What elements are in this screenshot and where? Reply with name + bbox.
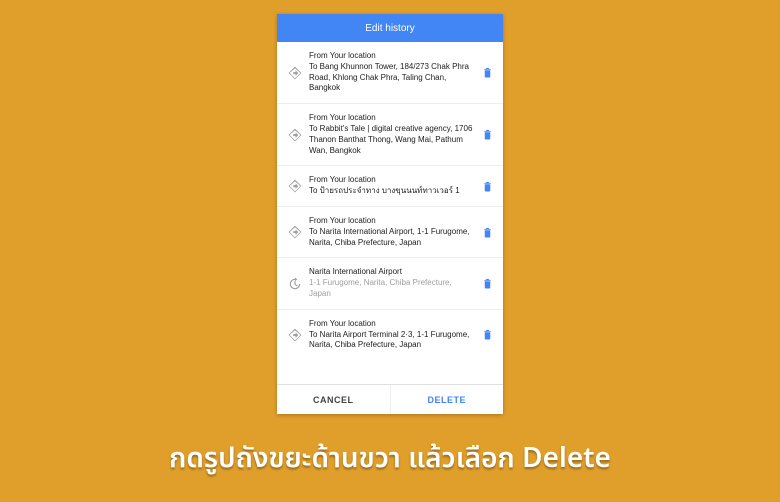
directions-icon — [283, 128, 307, 142]
list-item[interactable]: From Your location To Narita Internation… — [277, 207, 503, 258]
directions-icon — [283, 66, 307, 80]
from-label: From Your location — [309, 175, 473, 186]
cancel-button[interactable]: CANCEL — [277, 385, 391, 414]
place-title: Narita International Airport — [309, 267, 473, 278]
edit-history-panel: Edit history From Your location To Bang … — [277, 14, 503, 414]
instruction-caption: กดรูปถังขยะด้านขวา แล้วเลือก Delete — [0, 437, 780, 480]
item-text: From Your location To ป้ายรถประจำทาง บาง… — [307, 175, 477, 197]
item-text: From Your location To Narita Internation… — [307, 216, 477, 248]
footer-bar: CANCEL DELETE — [277, 384, 503, 414]
item-text: From Your location To Narita Airport Ter… — [307, 319, 477, 351]
list-item[interactable]: Narita International Airport 1-1 Furugom… — [277, 258, 503, 309]
delete-item-button[interactable] — [477, 180, 497, 193]
to-label: To ป้ายรถประจำทาง บางขุนนนท์ทาวเวอร์ 1 — [309, 186, 473, 197]
from-label: From Your location — [309, 51, 473, 62]
delete-item-button[interactable] — [477, 328, 497, 341]
delete-item-button[interactable] — [477, 66, 497, 79]
to-label: To Narita Airport Terminal 2·3, 1-1 Furu… — [309, 330, 473, 352]
list-item[interactable]: From Your location To Rabbit's Tale | di… — [277, 104, 503, 166]
header-bar: Edit history — [277, 14, 503, 42]
item-text: From Your location To Bang Khunnon Tower… — [307, 51, 477, 94]
from-label: From Your location — [309, 319, 473, 330]
from-label: From Your location — [309, 113, 473, 124]
item-text: Narita International Airport 1-1 Furugom… — [307, 267, 477, 299]
delete-item-button[interactable] — [477, 226, 497, 239]
to-label: To Narita International Airport, 1-1 Fur… — [309, 227, 473, 249]
list-item[interactable]: From Your location To Bang Khunnon Tower… — [277, 42, 503, 104]
delete-item-button[interactable] — [477, 128, 497, 141]
trash-icon — [482, 328, 493, 341]
history-list: From Your location To Bang Khunnon Tower… — [277, 42, 503, 384]
item-text: From Your location To Rabbit's Tale | di… — [307, 113, 477, 156]
delete-button[interactable]: DELETE — [391, 385, 504, 414]
trash-icon — [482, 226, 493, 239]
list-item[interactable]: From Your location To ป้ายรถประจำทาง บาง… — [277, 166, 503, 207]
trash-icon — [482, 277, 493, 290]
directions-icon — [283, 179, 307, 193]
from-label: From Your location — [309, 216, 473, 227]
trash-icon — [482, 128, 493, 141]
place-sub: 1-1 Furugome, Narita, Chiba Prefecture, … — [309, 278, 473, 300]
history-icon — [283, 277, 307, 291]
trash-icon — [482, 66, 493, 79]
to-label: To Rabbit's Tale | digital creative agen… — [309, 124, 473, 156]
directions-icon — [283, 328, 307, 342]
trash-icon — [482, 180, 493, 193]
directions-icon — [283, 225, 307, 239]
list-item[interactable]: From Your location To Narita Airport Ter… — [277, 310, 503, 360]
to-label: To Bang Khunnon Tower, 184/273 Chak Phra… — [309, 62, 473, 94]
delete-item-button[interactable] — [477, 277, 497, 290]
header-title: Edit history — [365, 23, 414, 34]
